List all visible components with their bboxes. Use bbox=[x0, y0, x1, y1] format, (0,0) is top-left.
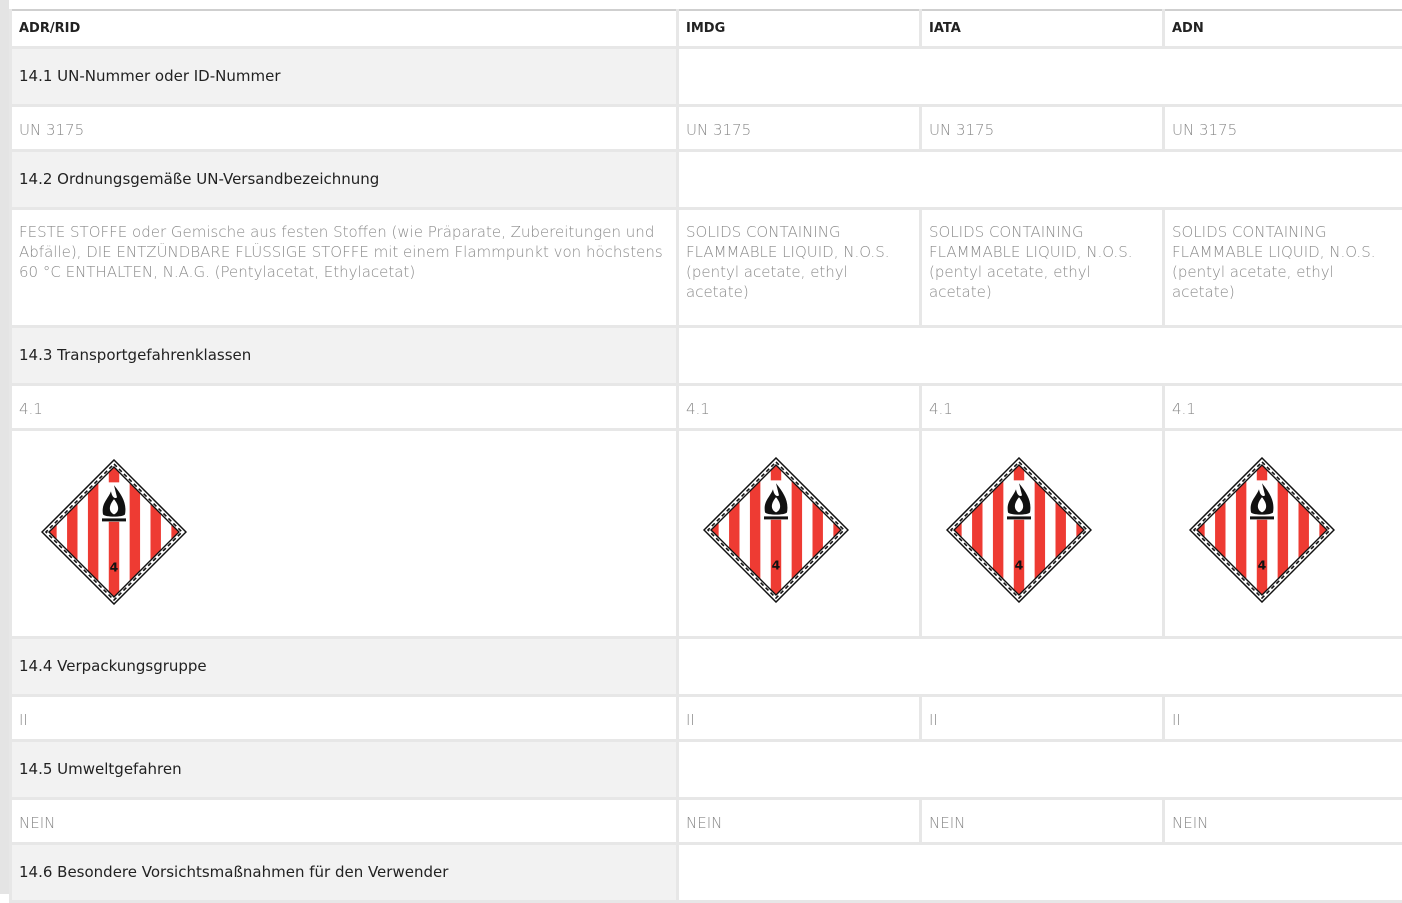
cell-imdg: II bbox=[678, 695, 921, 740]
section-title: 14.5 Umweltgefahren bbox=[11, 740, 678, 798]
value-row-14-1: UN 3175 UN 3175 UN 3175 UN 3175 bbox=[11, 105, 1402, 150]
svg-text:4: 4 bbox=[1258, 557, 1267, 572]
cell-adn: UN 3175 bbox=[1164, 105, 1402, 150]
cell-iata: SOLIDS CONTAINING FLAMMABLE LIQUID, N.O.… bbox=[921, 208, 1164, 326]
section-row-14-6: 14.6 Besondere Vorsichtsmaßnahmen für de… bbox=[11, 843, 1402, 901]
section-blank bbox=[678, 637, 1402, 695]
hazard-cell-iata: 4 bbox=[921, 429, 1164, 637]
section-blank bbox=[678, 740, 1402, 798]
cell-adr: NEIN bbox=[11, 798, 678, 843]
cell-iata: UN 3175 bbox=[921, 105, 1164, 150]
value-row-14-3: 4.1 4.1 4.1 4.1 bbox=[11, 384, 1402, 429]
hazard-cell-adr: 4 bbox=[11, 429, 678, 637]
flammable-solid-hazard-label-icon: 4 bbox=[1189, 457, 1335, 607]
cell-iata: NEIN bbox=[921, 798, 1164, 843]
transport-info-table: ADR/RID IMDG IATA ADN 14.1 UN-Nummer ode… bbox=[9, 9, 1402, 903]
cell-iata: II bbox=[921, 695, 1164, 740]
flammable-solid-hazard-label-icon: 4 bbox=[946, 457, 1092, 607]
svg-text:4: 4 bbox=[110, 559, 119, 574]
value-row-14-4: II II II II bbox=[11, 695, 1402, 740]
section-row-14-2: 14.2 Ordnungsgemäße UN-Versandbezeichnun… bbox=[11, 150, 1402, 208]
value-row-14-2: FESTE STOFFE oder Gemische aus festen St… bbox=[11, 208, 1402, 326]
cell-iata: 4.1 bbox=[921, 384, 1164, 429]
cell-adn: SOLIDS CONTAINING FLAMMABLE LIQUID, N.O.… bbox=[1164, 208, 1402, 326]
hazard-label-row: 4 4 4 4 bbox=[11, 429, 1402, 637]
header-imdg: IMDG bbox=[678, 10, 921, 47]
svg-text:4: 4 bbox=[1015, 557, 1024, 572]
cell-adr: II bbox=[11, 695, 678, 740]
cell-adr: FESTE STOFFE oder Gemische aus festen St… bbox=[11, 208, 678, 326]
header-row: ADR/RID IMDG IATA ADN bbox=[11, 10, 1402, 47]
header-adn: ADN bbox=[1164, 10, 1402, 47]
cell-adn: NEIN bbox=[1164, 798, 1402, 843]
section-title: 14.1 UN-Nummer oder ID-Nummer bbox=[11, 47, 678, 105]
section-row-14-5: 14.5 Umweltgefahren bbox=[11, 740, 1402, 798]
section-title: 14.2 Ordnungsgemäße UN-Versandbezeichnun… bbox=[11, 150, 678, 208]
cell-imdg: UN 3175 bbox=[678, 105, 921, 150]
section-title: 14.6 Besondere Vorsichtsmaßnahmen für de… bbox=[11, 843, 678, 901]
header-adr-rid: ADR/RID bbox=[11, 10, 678, 47]
cell-adn: II bbox=[1164, 695, 1402, 740]
section-blank bbox=[678, 150, 1402, 208]
cell-adr: 4.1 bbox=[11, 384, 678, 429]
flammable-solid-hazard-label-icon: 4 bbox=[703, 457, 849, 607]
section-row-14-3: 14.3 Transportgefahrenklassen bbox=[11, 326, 1402, 384]
section-blank bbox=[678, 47, 1402, 105]
section-row-14-1: 14.1 UN-Nummer oder ID-Nummer bbox=[11, 47, 1402, 105]
cell-adn: 4.1 bbox=[1164, 384, 1402, 429]
section-title: 14.4 Verpackungsgruppe bbox=[11, 637, 678, 695]
hazard-cell-imdg: 4 bbox=[678, 429, 921, 637]
section-row-14-4: 14.4 Verpackungsgruppe bbox=[11, 637, 1402, 695]
section-title: 14.3 Transportgefahrenklassen bbox=[11, 326, 678, 384]
cell-imdg: 4.1 bbox=[678, 384, 921, 429]
svg-text:4: 4 bbox=[772, 557, 781, 572]
header-iata: IATA bbox=[921, 10, 1164, 47]
top-strip bbox=[9, 0, 1402, 9]
cell-imdg: NEIN bbox=[678, 798, 921, 843]
cell-adr: UN 3175 bbox=[11, 105, 678, 150]
section-blank bbox=[678, 843, 1402, 901]
flammable-solid-hazard-label-icon: 4 bbox=[41, 459, 187, 609]
value-row-14-5: NEIN NEIN NEIN NEIN bbox=[11, 798, 1402, 843]
hazard-cell-adn: 4 bbox=[1164, 429, 1402, 637]
section-blank bbox=[678, 326, 1402, 384]
cell-imdg: SOLIDS CONTAINING FLAMMABLE LIQUID, N.O.… bbox=[678, 208, 921, 326]
